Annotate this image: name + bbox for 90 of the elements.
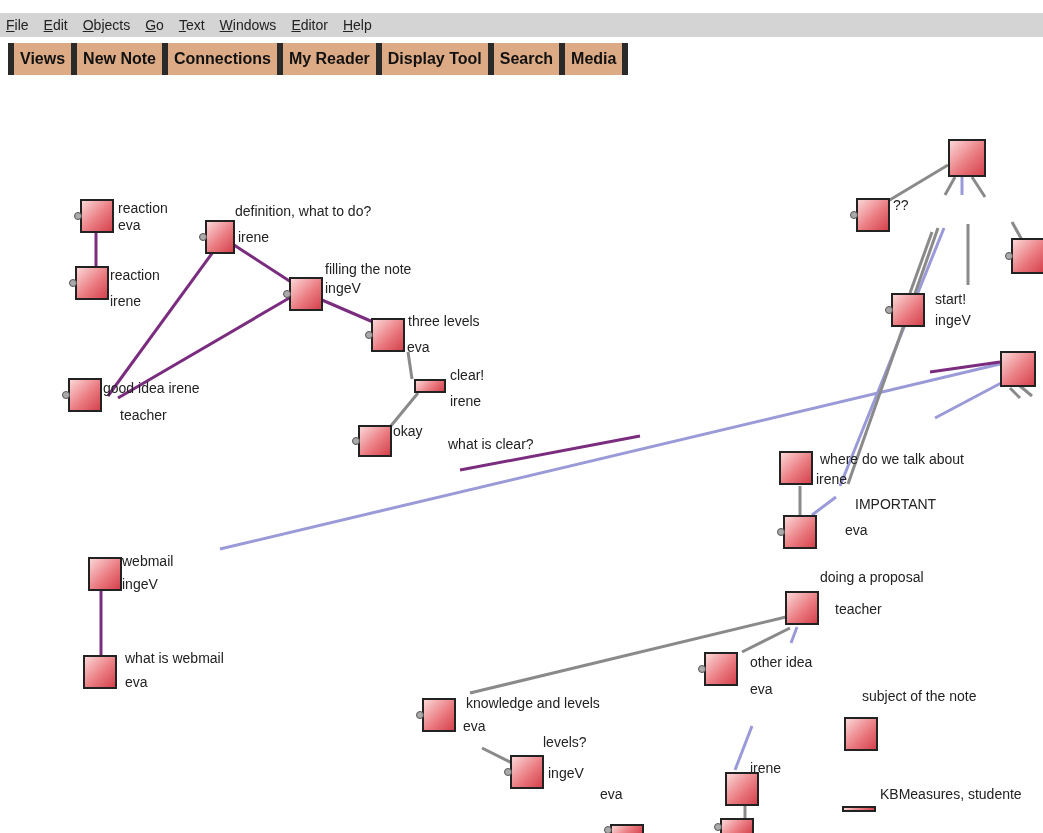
menu-item[interactable]: Edit bbox=[43, 17, 68, 33]
note-icon[interactable] bbox=[414, 379, 446, 393]
note-title: KBMeasures, studente bbox=[880, 786, 1022, 803]
link-line bbox=[1019, 384, 1033, 398]
menu-item[interactable]: Editor bbox=[291, 17, 328, 33]
note-title: levels? bbox=[543, 734, 587, 751]
note-author: eva bbox=[118, 217, 141, 234]
note-icon[interactable] bbox=[714, 818, 754, 833]
menu-item[interactable]: Windows bbox=[219, 17, 277, 33]
note-icon[interactable] bbox=[83, 655, 117, 689]
link-line bbox=[966, 224, 970, 285]
note-title: definition, what to do? bbox=[235, 203, 372, 220]
menu-item[interactable]: Go bbox=[145, 17, 164, 33]
note-icon[interactable] bbox=[604, 824, 644, 833]
note-icon[interactable] bbox=[725, 772, 759, 806]
note-icon[interactable] bbox=[199, 220, 235, 254]
toolbar-button[interactable]: Search bbox=[487, 43, 560, 75]
note-author: irene bbox=[816, 471, 848, 488]
note-author: irene bbox=[450, 393, 482, 410]
note-author: irene bbox=[238, 229, 270, 246]
note-icon[interactable] bbox=[74, 199, 114, 233]
note-title: reaction bbox=[110, 267, 160, 284]
note-title: subject of the note bbox=[862, 688, 977, 705]
menu-item[interactable]: Help bbox=[342, 17, 372, 33]
note-title: start! bbox=[935, 291, 967, 308]
note-icon[interactable] bbox=[365, 318, 405, 352]
note-icon[interactable] bbox=[69, 266, 109, 300]
view-label: what is clear? bbox=[448, 436, 534, 453]
link-line bbox=[960, 177, 964, 195]
toolbar-button[interactable]: Connections bbox=[162, 43, 277, 75]
note-icon[interactable] bbox=[416, 698, 456, 732]
note-author: eva bbox=[845, 522, 868, 539]
note-title: ?? bbox=[893, 197, 909, 214]
note-icon[interactable] bbox=[1005, 238, 1043, 274]
note-author: eva bbox=[463, 718, 486, 735]
note-icon[interactable] bbox=[779, 451, 813, 485]
note-title: clear! bbox=[450, 367, 485, 384]
note-icon[interactable] bbox=[844, 717, 878, 751]
note-title: webmail bbox=[122, 553, 174, 570]
link-line bbox=[233, 243, 292, 284]
note-icon[interactable] bbox=[62, 378, 102, 412]
note-author: ingeV bbox=[325, 280, 361, 297]
note-title: IMPORTANT bbox=[855, 496, 937, 513]
note-author: ingeV bbox=[548, 765, 584, 782]
note-author: ingeV bbox=[122, 576, 158, 593]
link-line bbox=[1008, 386, 1022, 400]
note-title: other idea bbox=[750, 654, 813, 671]
note-title: what is webmail bbox=[125, 650, 224, 667]
note-title: irene bbox=[750, 760, 782, 777]
note-author: eva bbox=[750, 681, 773, 698]
link-line bbox=[743, 806, 747, 818]
link-line bbox=[970, 176, 987, 198]
note-icon[interactable] bbox=[1000, 351, 1036, 387]
view-label: eva bbox=[600, 786, 623, 803]
link-line bbox=[99, 591, 103, 655]
note-title: reaction bbox=[118, 200, 168, 217]
note-title: doing a proposal bbox=[820, 569, 924, 586]
toolbar-button[interactable]: Views bbox=[8, 43, 72, 75]
note-author: teacher bbox=[835, 601, 882, 618]
note-icon[interactable] bbox=[842, 806, 876, 812]
note-icon[interactable] bbox=[698, 652, 738, 686]
toolbar-button[interactable]: New Note bbox=[71, 43, 162, 75]
note-author: ingeV bbox=[935, 312, 971, 329]
note-author: eva bbox=[125, 674, 148, 691]
note-icon[interactable] bbox=[785, 591, 819, 625]
note-title: where do we talk about bbox=[820, 451, 964, 468]
note-icon[interactable] bbox=[352, 425, 392, 457]
note-author: irene bbox=[110, 293, 142, 310]
note-icon[interactable] bbox=[88, 557, 122, 591]
note-icon[interactable] bbox=[283, 277, 323, 311]
link-line bbox=[1010, 221, 1024, 241]
toolbar-button[interactable]: My Reader bbox=[276, 43, 376, 75]
note-icon[interactable] bbox=[850, 198, 890, 232]
note-icon[interactable] bbox=[777, 515, 817, 549]
link-line bbox=[481, 746, 513, 765]
toolbar-button[interactable]: Media bbox=[559, 43, 629, 75]
toolbar-button[interactable]: Display Tool bbox=[375, 43, 488, 75]
note-title: three levels bbox=[408, 313, 480, 330]
menu-item[interactable]: File bbox=[6, 17, 29, 33]
note-author: eva bbox=[407, 339, 430, 356]
menu-item[interactable]: Objects bbox=[82, 17, 131, 33]
note-icon[interactable] bbox=[948, 139, 986, 177]
note-title: knowledge and levels bbox=[466, 695, 600, 712]
menu-item[interactable]: Text bbox=[178, 17, 205, 33]
note-title: filling the note bbox=[325, 261, 412, 278]
note-icon[interactable] bbox=[885, 293, 925, 327]
link-line bbox=[94, 233, 98, 266]
note-author: teacher bbox=[120, 407, 167, 424]
note-icon[interactable] bbox=[504, 755, 544, 789]
note-title: okay bbox=[393, 423, 423, 440]
